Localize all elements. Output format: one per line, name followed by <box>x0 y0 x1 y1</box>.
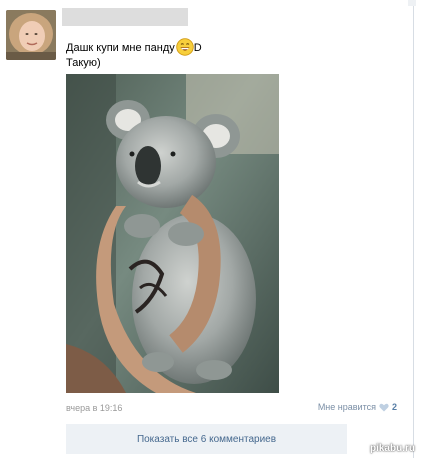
post-timestamp[interactable]: вчера в 19:16 <box>66 403 122 413</box>
post-text-line-1: Дашк купи мне панду D <box>66 38 202 56</box>
corner-fragment <box>408 0 416 6</box>
like-button[interactable]: Мне нравится 2 <box>318 402 397 412</box>
show-comments-label: Показать все 6 комментариев <box>136 433 277 445</box>
show-comments-button[interactable]: Показать все 6 комментариев <box>66 424 347 454</box>
post-text: Дашк купи мне панду D Такую) <box>66 38 202 70</box>
like-label: Мне нравится <box>317 402 376 412</box>
page-right-border <box>413 0 414 458</box>
author-name-redacted <box>62 8 188 26</box>
author-avatar[interactable] <box>6 10 56 60</box>
like-count: 2 <box>391 402 397 412</box>
pikabu-watermark: pikabu.ru <box>369 443 415 454</box>
heart-icon <box>379 403 389 411</box>
post-text-main: Дашк купи мне панду <box>66 42 175 54</box>
avatar-image <box>6 10 56 60</box>
post-text-suffix: D <box>193 42 202 54</box>
post-photo[interactable] <box>66 74 279 393</box>
smile-icon <box>175 38 194 56</box>
post-text-line-2: Такую) <box>66 57 101 69</box>
koala-photo <box>66 74 279 393</box>
